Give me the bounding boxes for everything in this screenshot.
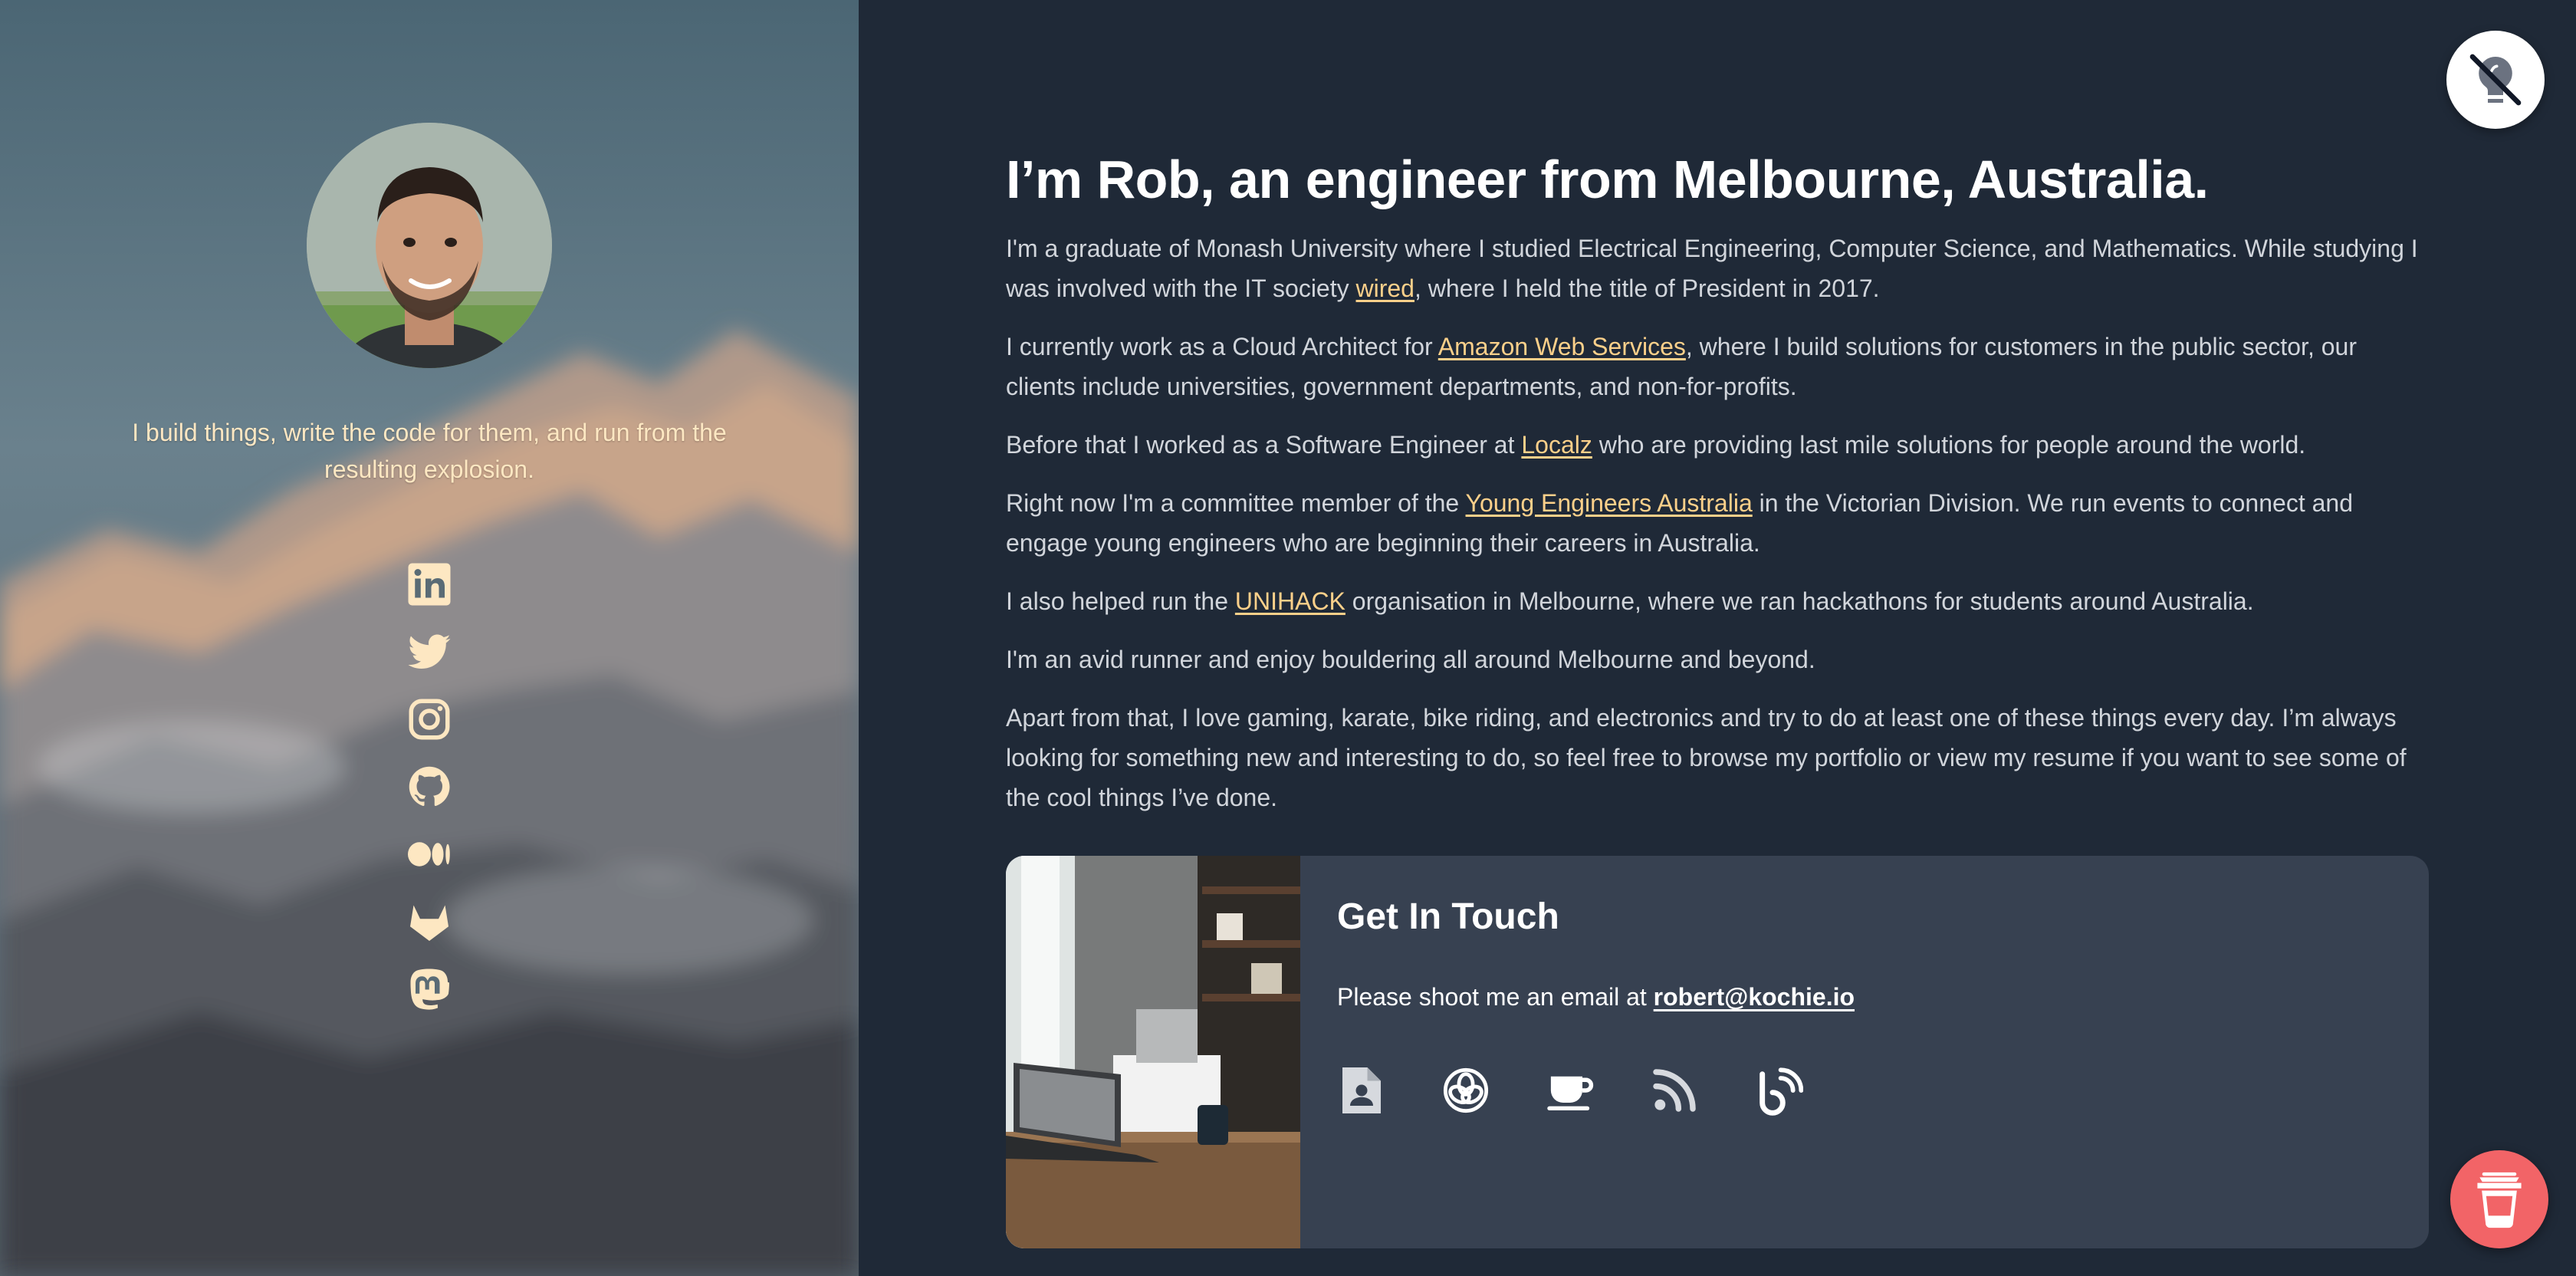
coffee-cup-icon[interactable] bbox=[1546, 1054, 1650, 1127]
about-paragraph-unihack: I also helped run the UNIHACK organisati… bbox=[1006, 581, 2429, 621]
about-paragraph-hobbies: I'm an avid runner and enjoy bouldering … bbox=[1006, 646, 1815, 673]
tagline: I build things, write the code for them,… bbox=[132, 419, 727, 483]
github-icon[interactable] bbox=[405, 762, 454, 811]
aws-link[interactable]: Amazon Web Services bbox=[1438, 333, 1686, 360]
avatar bbox=[307, 123, 552, 368]
lightbulb-off-icon bbox=[2469, 54, 2522, 106]
about-content: I’m Rob, an engineer from Melbourne, Aus… bbox=[1006, 138, 2429, 817]
about-paragraph-education: I'm a graduate of Monash University wher… bbox=[1006, 229, 2429, 308]
email-link[interactable]: robert@kochie.io bbox=[1654, 983, 1855, 1011]
rss-icon[interactable] bbox=[1650, 1054, 1754, 1127]
about-paragraph-previous-work: Before that I worked as a Software Engin… bbox=[1006, 425, 2429, 465]
resume-icon[interactable] bbox=[1337, 1054, 1441, 1127]
paragraph-text: I also helped run the bbox=[1006, 587, 1235, 615]
instagram-icon[interactable] bbox=[405, 695, 454, 744]
contact-links bbox=[1337, 1054, 1858, 1127]
about-paragraph-work: I currently work as a Cloud Architect fo… bbox=[1006, 327, 2429, 406]
contact-title: Get In Touch bbox=[1337, 896, 1559, 937]
contact-card: Get In Touch Please shoot me an email at… bbox=[1006, 856, 2429, 1248]
theme-toggle-button[interactable] bbox=[2446, 31, 2545, 129]
profile-sidebar: I build things, write the code for them,… bbox=[0, 0, 859, 1276]
paragraph-text: who are providing last mile solutions fo… bbox=[1592, 431, 2306, 459]
contact-prefix: Please shoot me an email at bbox=[1337, 983, 1654, 1011]
localz-link[interactable]: Localz bbox=[1521, 431, 1592, 459]
wired-link[interactable]: wired bbox=[1356, 275, 1414, 302]
paragraph-text: organisation in Melbourne, where we ran … bbox=[1345, 587, 2254, 615]
young-engineers-link[interactable]: Young Engineers Australia bbox=[1466, 489, 1753, 517]
paragraph-text: Before that I worked as a Software Engin… bbox=[1006, 431, 1522, 459]
about-paragraph-committee: Right now I'm a committee member of the … bbox=[1006, 483, 2429, 563]
medium-icon[interactable] bbox=[405, 830, 454, 879]
paragraph-text: Right now I'm a committee member of the bbox=[1006, 489, 1466, 517]
gitlab-icon[interactable] bbox=[405, 897, 454, 946]
paragraph-text: , where I held the title of President in… bbox=[1414, 275, 1880, 302]
twitter-icon[interactable] bbox=[405, 627, 454, 676]
coffee-cup-icon bbox=[2477, 1172, 2522, 1228]
social-links bbox=[399, 560, 460, 1032]
mastodon-icon[interactable] bbox=[405, 965, 454, 1014]
linkedin-icon[interactable] bbox=[405, 560, 454, 609]
paragraph-text: I currently work as a Cloud Architect fo… bbox=[1006, 333, 1438, 360]
openai-icon[interactable] bbox=[1441, 1054, 1546, 1127]
buy-me-a-coffee-button[interactable] bbox=[2450, 1150, 2548, 1248]
workspace-photo bbox=[1006, 856, 1300, 1248]
contact-text: Please shoot me an email at robert@kochi… bbox=[1337, 978, 1855, 1015]
blog-icon[interactable] bbox=[1754, 1054, 1858, 1127]
unihack-link[interactable]: UNIHACK bbox=[1235, 587, 1346, 615]
about-paragraph-interests: Apart from that, I love gaming, karate, … bbox=[1006, 704, 2407, 811]
page-title: I’m Rob, an engineer from Melbourne, Aus… bbox=[1006, 150, 2209, 209]
